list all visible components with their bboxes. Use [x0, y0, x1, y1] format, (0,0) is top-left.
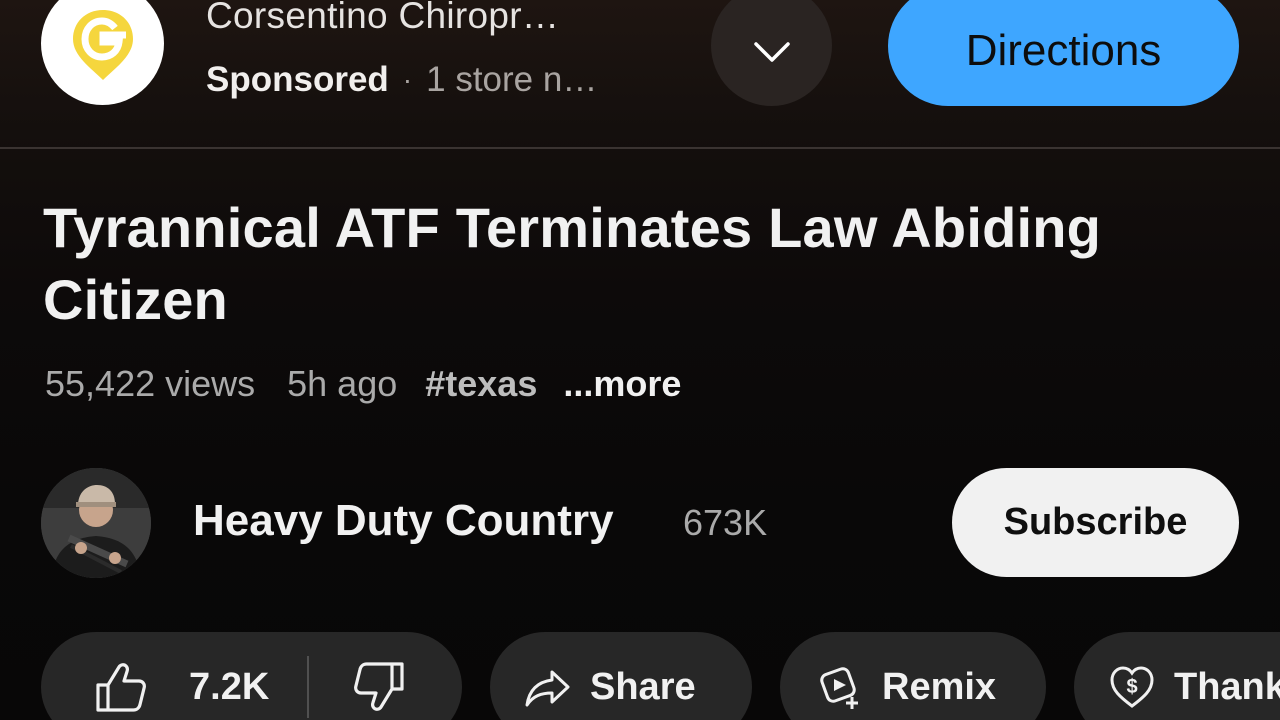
avatar-image	[41, 468, 151, 578]
svg-text:$: $	[1126, 676, 1137, 698]
subscriber-count: 673K	[683, 502, 768, 543]
like-count: 7.2K	[189, 665, 270, 708]
thumbs-up-icon	[96, 663, 146, 712]
thanks-button[interactable]: $ Thanks	[1074, 632, 1280, 720]
directions-button[interactable]: Directions	[888, 0, 1239, 106]
remix-button[interactable]: Remix	[780, 632, 1046, 720]
sponsored-label: Sponsored	[206, 60, 389, 99]
like-dislike-group: 7.2K	[41, 632, 462, 720]
view-count: 55,422 views	[45, 363, 256, 404]
video-title[interactable]: Tyrannical ATF Terminates Law Abiding Ci…	[43, 192, 1243, 336]
subscribe-button[interactable]: Subscribe	[952, 468, 1239, 577]
channel-avatar[interactable]	[41, 468, 151, 578]
ad-meta: Sponsored · 1 store n…	[206, 60, 597, 100]
hashtag-link[interactable]: #texas	[425, 363, 537, 405]
thumbs-down-icon	[354, 662, 404, 711]
video-details-page: Corsentino Chiropr… Sponsored · 1 store …	[0, 0, 1280, 720]
meta-separator: ·	[402, 64, 413, 95]
ad-title[interactable]: Corsentino Chiropr…	[206, 0, 559, 37]
remix-label: Remix	[882, 665, 997, 708]
chevron-down-icon	[753, 41, 790, 62]
section-divider	[0, 147, 1280, 149]
dislike-button[interactable]	[309, 632, 407, 720]
like-button[interactable]: 7.2K	[41, 632, 269, 720]
advertiser-logo[interactable]	[41, 0, 164, 105]
location-pin-g-icon	[72, 9, 133, 80]
more-description-link[interactable]: ...more	[563, 363, 681, 405]
store-info: 1 store n…	[426, 60, 598, 99]
heart-dollar-icon: $	[1110, 666, 1154, 708]
expand-ad-button[interactable]	[711, 0, 832, 106]
video-meta[interactable]: 55,422 views 5h ago #texas ...more	[45, 363, 681, 405]
remix-icon	[820, 667, 858, 709]
sponsored-ad-banner: Corsentino Chiropr… Sponsored · 1 store …	[0, 0, 1280, 148]
channel-name[interactable]: Heavy Duty Country	[193, 496, 614, 546]
share-button[interactable]: Share	[490, 632, 752, 720]
share-label: Share	[590, 665, 696, 708]
upload-time: 5h ago	[287, 363, 398, 404]
share-arrow-icon	[525, 670, 570, 707]
thanks-label: Thanks	[1174, 665, 1280, 708]
